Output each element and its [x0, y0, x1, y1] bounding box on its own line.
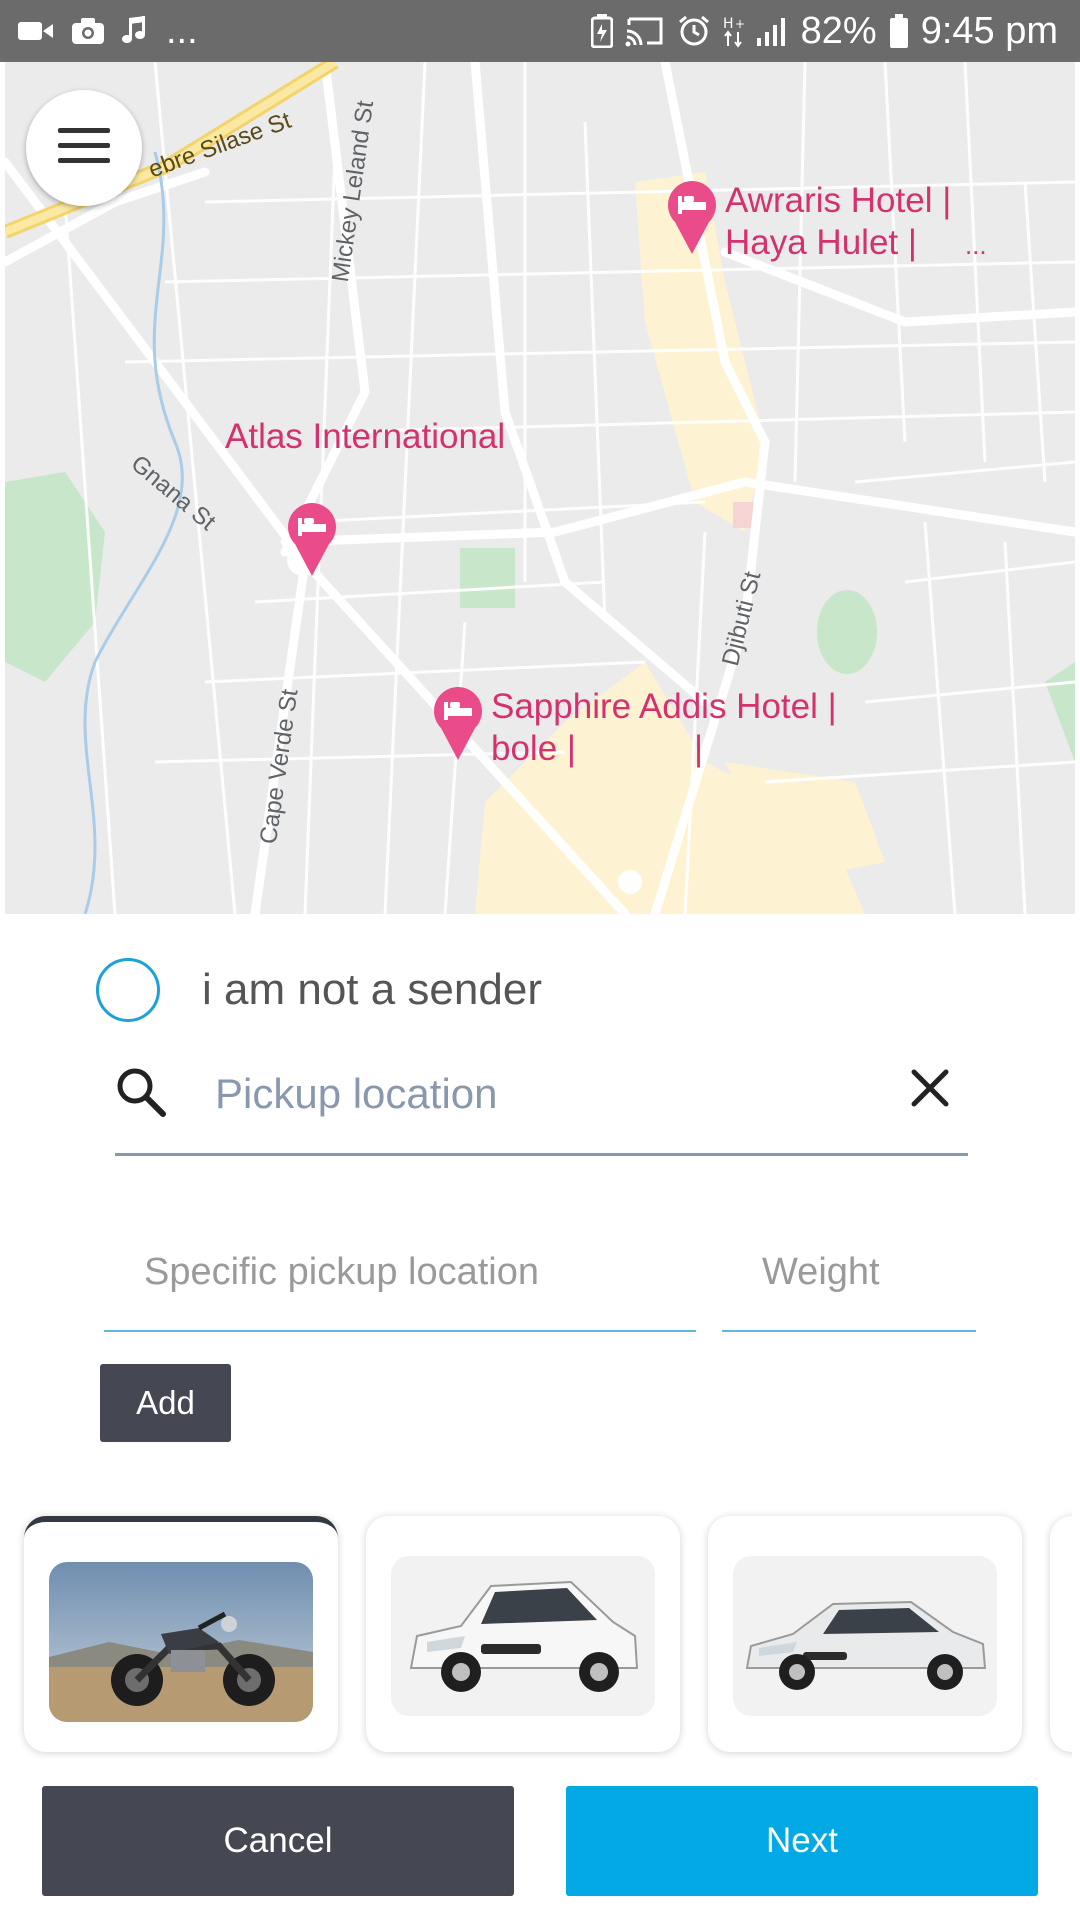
menu-button[interactable]	[26, 90, 142, 206]
signal-icon	[756, 16, 789, 46]
pickup-search-bar	[115, 1050, 968, 1156]
hotel-pin-icon	[667, 180, 717, 256]
poi-label-extra: |	[694, 729, 704, 768]
poi-label: Awraris Hotel |	[725, 181, 952, 220]
search-icon	[115, 1066, 167, 1123]
cast-icon	[625, 15, 665, 47]
hotel-pin-icon[interactable]	[287, 502, 337, 578]
pickup-location-input[interactable]	[215, 1062, 875, 1126]
clock: 9:45 pm	[920, 9, 1058, 52]
battery-icon	[889, 14, 909, 48]
map-poi-sapphire[interactable]: Sapphire Addis Hotel | bole | |	[433, 686, 837, 770]
hatchback-car-image	[391, 1556, 655, 1716]
data-icon: H +	[723, 14, 745, 48]
status-bar-left: ...	[18, 0, 198, 62]
next-button[interactable]: Next	[566, 1786, 1038, 1896]
vehicle-card-motorcycle[interactable]	[24, 1516, 338, 1752]
specific-pickup-field	[104, 1212, 696, 1332]
not-sender-option[interactable]: i am not a sender	[96, 958, 542, 1022]
poi-label: bole | |	[491, 728, 837, 770]
vehicle-card-sedan[interactable]	[708, 1516, 1022, 1752]
video-icon	[18, 19, 54, 43]
map-view[interactable]: ebre Silase St Mickey Leland St Gnana St…	[5, 62, 1075, 914]
vehicle-selector[interactable]	[10, 1508, 1072, 1764]
status-bar: ... H + 82% 9:45 pm	[0, 0, 1080, 62]
not-sender-radio[interactable]	[96, 958, 160, 1022]
hamburger-menu-icon	[58, 127, 110, 169]
cancel-button[interactable]: Cancel	[42, 1786, 514, 1896]
camera-icon	[72, 17, 104, 45]
map-poi-atlas[interactable]: Atlas International	[225, 416, 505, 458]
vehicle-card-hatchback[interactable]	[366, 1516, 680, 1752]
poi-label-line2: bole |	[491, 729, 576, 768]
close-icon[interactable]	[910, 1068, 950, 1113]
poi-label: Atlas International	[225, 417, 506, 456]
specific-pickup-input[interactable]	[144, 1242, 664, 1302]
poi-label-extra: ...	[964, 230, 987, 260]
hotel-pin-icon	[433, 686, 483, 762]
battery-percent: 82%	[800, 9, 877, 52]
svg-text:+: +	[735, 17, 745, 31]
music-icon	[122, 16, 148, 46]
map-poi-awraris[interactable]: Awraris Hotel | Haya Hulet |...	[667, 180, 987, 266]
weight-input[interactable]	[762, 1242, 962, 1302]
add-button[interactable]: Add	[100, 1364, 231, 1442]
motorcycle-image	[49, 1562, 313, 1722]
battery-saver-icon	[590, 14, 613, 48]
vehicle-card-partial[interactable]	[1050, 1516, 1072, 1752]
poi-label: Sapphire Addis Hotel |	[491, 687, 837, 726]
not-sender-label: i am not a sender	[202, 965, 542, 1014]
svg-text:H: H	[723, 16, 734, 32]
status-overflow-dots: ...	[166, 9, 198, 52]
status-bar-right: H + 82% 9:45 pm	[590, 0, 1058, 62]
app-screen: ... H + 82% 9:45 pm ebre Silase St Micke…	[0, 0, 1080, 1920]
sedan-car-image	[733, 1556, 997, 1716]
poi-label-line2: Haya Hulet |	[725, 223, 917, 262]
alarm-icon	[677, 14, 711, 48]
weight-field	[722, 1212, 976, 1332]
poi-label: Haya Hulet |...	[725, 222, 987, 266]
